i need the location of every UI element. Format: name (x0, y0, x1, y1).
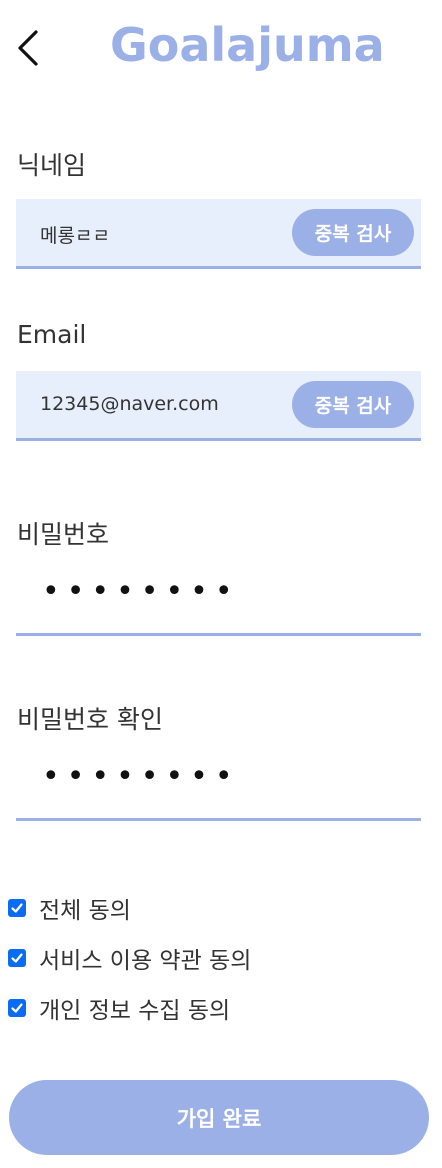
password-label: 비밀번호 (17, 520, 110, 549)
agree-all-row[interactable]: 전체 동의 (8, 894, 131, 924)
password-field[interactable]: •••••••• (16, 564, 421, 636)
agree-privacy-row[interactable]: 개인 정보 수집 동의 (8, 994, 231, 1024)
nickname-field[interactable]: 메롱ㄹㄹ 중복 검사 (16, 199, 421, 269)
chevron-left-icon (14, 26, 46, 70)
nickname-label: 닉네임 (17, 151, 87, 180)
agree-terms-row[interactable]: 서비스 이용 약관 동의 (8, 944, 252, 974)
email-label: Email (17, 320, 87, 349)
agree-privacy-checkbox[interactable] (8, 999, 26, 1017)
back-button[interactable] (14, 26, 46, 70)
signup-submit-button[interactable]: 가입 완료 (9, 1080, 429, 1155)
check-icon (11, 903, 23, 913)
app-title: Goalajuma (110, 18, 385, 72)
password-confirm-field[interactable]: •••••••• (16, 749, 421, 821)
email-duplicate-check-button[interactable]: 중복 검사 (292, 381, 414, 428)
nickname-value: 메롱ㄹㄹ (40, 225, 110, 247)
password-confirm-masked-value: •••••••• (42, 759, 240, 794)
header: Goalajuma (0, 0, 442, 100)
email-field[interactable]: 12345@naver.com 중복 검사 (16, 371, 421, 441)
check-icon (11, 1003, 23, 1013)
nickname-duplicate-check-button[interactable]: 중복 검사 (292, 209, 414, 256)
agree-terms-label: 서비스 이용 약관 동의 (39, 948, 252, 974)
email-value: 12345@naver.com (40, 393, 219, 415)
password-masked-value: •••••••• (42, 574, 240, 609)
password-confirm-label: 비밀번호 확인 (17, 705, 163, 734)
agree-all-label: 전체 동의 (39, 898, 131, 924)
check-icon (11, 953, 23, 963)
agree-privacy-label: 개인 정보 수집 동의 (39, 998, 231, 1024)
agree-all-checkbox[interactable] (8, 899, 26, 917)
agree-terms-checkbox[interactable] (8, 949, 26, 967)
